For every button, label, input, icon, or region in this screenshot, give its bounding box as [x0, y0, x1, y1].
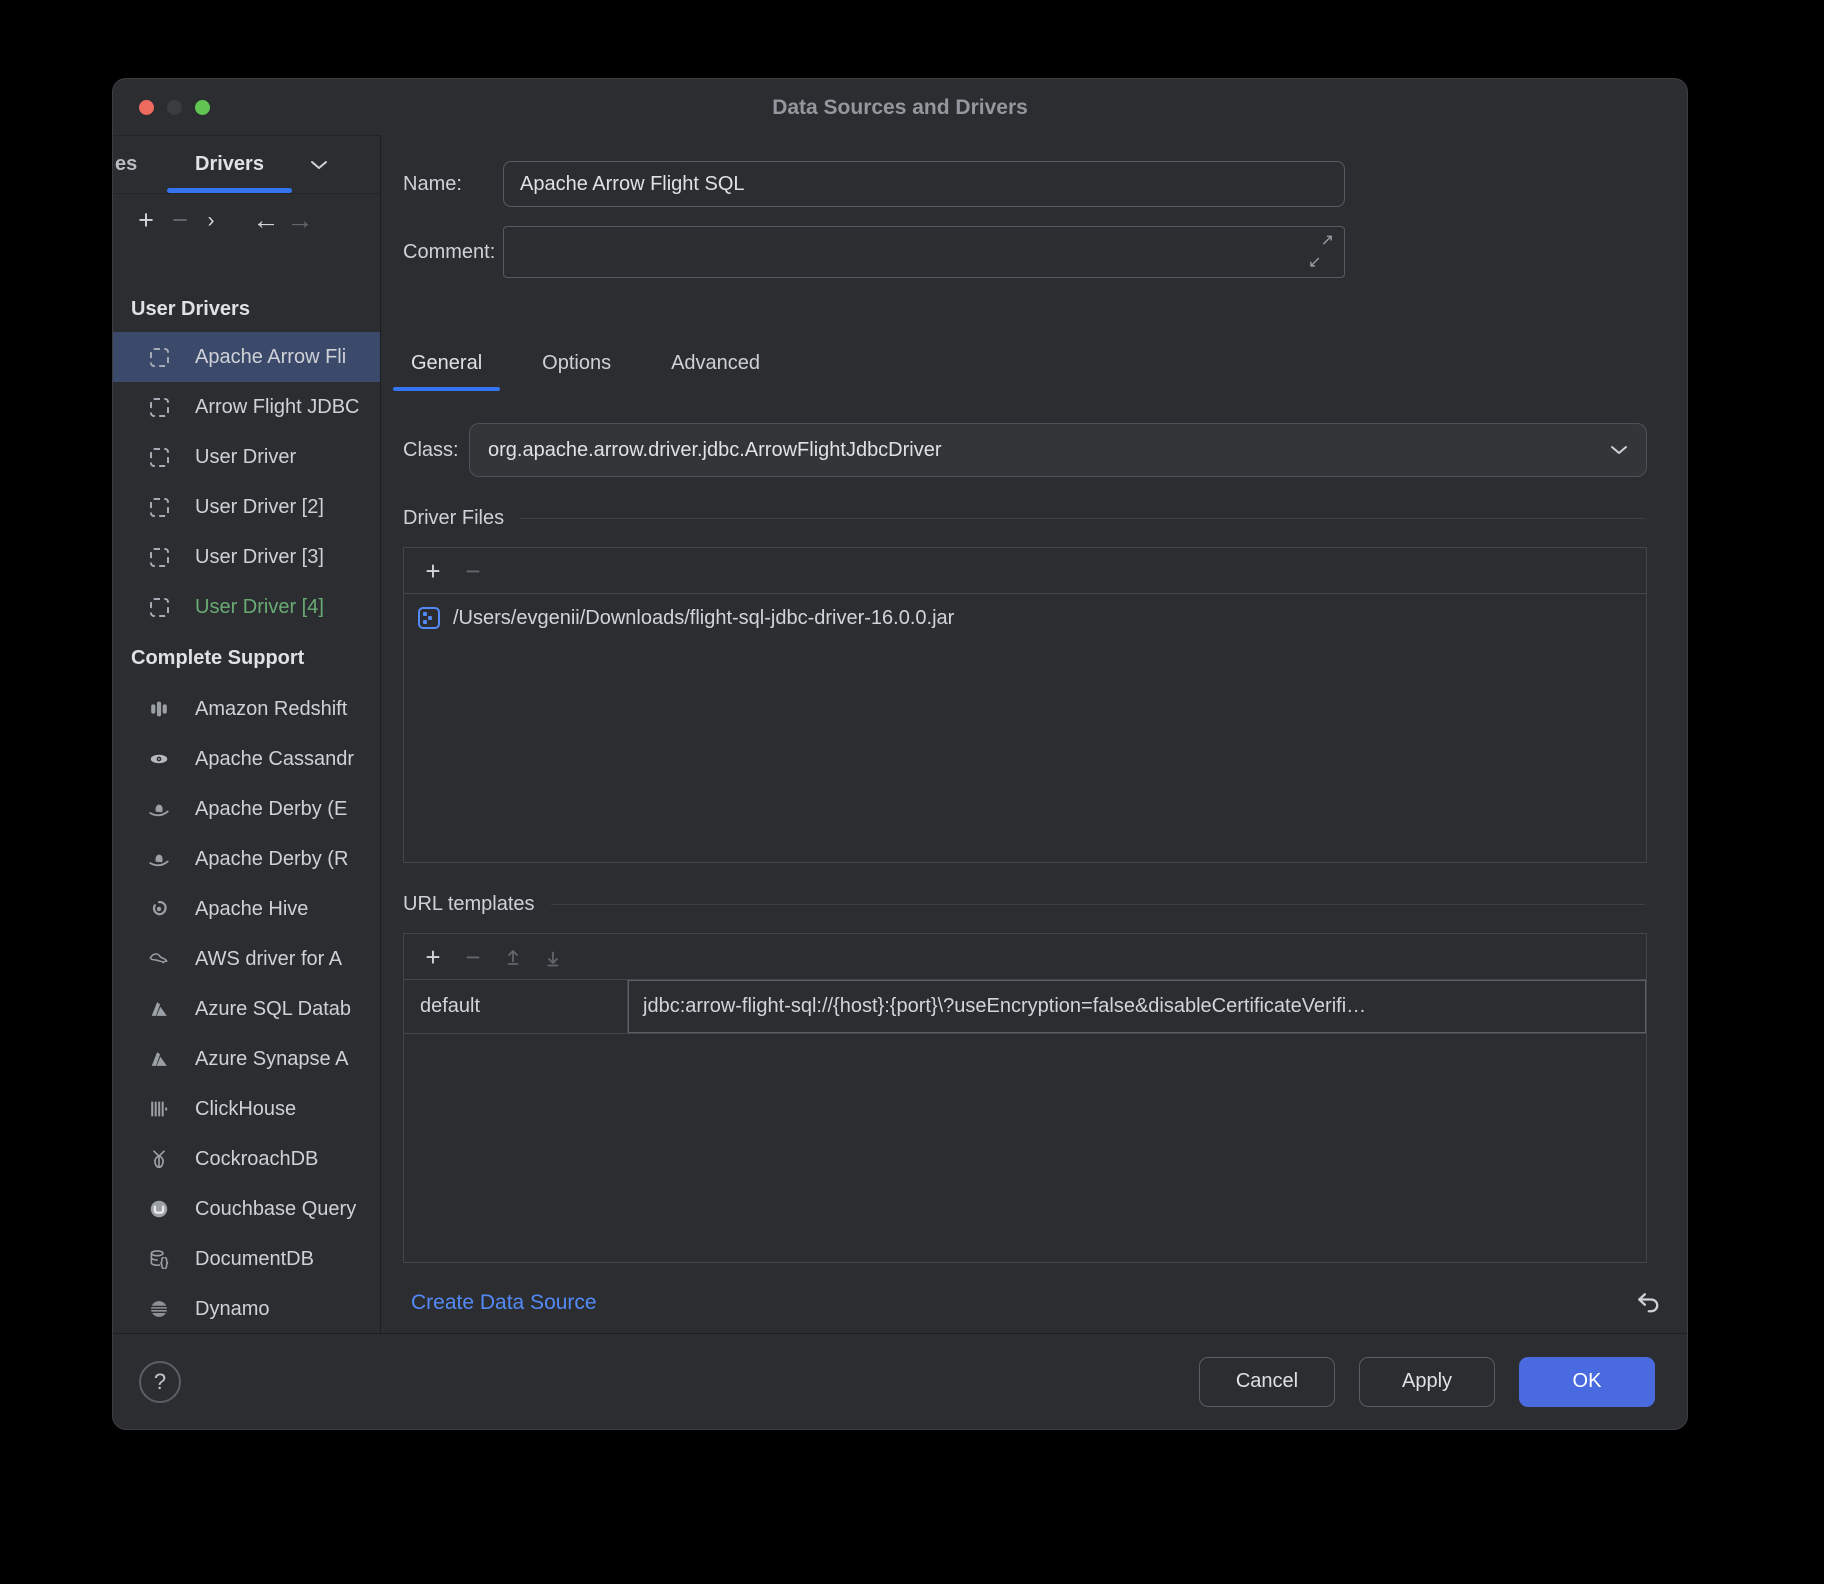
titlebar: Data Sources and Drivers: [113, 79, 1687, 135]
remove-template-icon[interactable]: −: [456, 944, 490, 970]
user-driver-icon: [147, 495, 171, 519]
ok-button[interactable]: OK: [1519, 1357, 1655, 1407]
comment-input[interactable]: ↗↙: [503, 226, 1345, 278]
move-up-icon[interactable]: [496, 947, 530, 967]
close-window-button[interactable]: [139, 100, 154, 115]
create-data-source-link[interactable]: Create Data Source: [411, 1291, 597, 1315]
driver-item-user-driver-4[interactable]: User Driver [4]: [113, 582, 380, 632]
redshift-icon: [147, 697, 171, 721]
apply-button[interactable]: Apply: [1359, 1357, 1495, 1407]
azure-icon: [147, 1047, 171, 1071]
driver-files-header: Driver Files: [403, 507, 1645, 530]
azure-icon: [147, 997, 171, 1021]
driver-file-path: /Users/evgenii/Downloads/flight-sql-jdbc…: [453, 607, 954, 630]
clickhouse-icon: [147, 1097, 171, 1121]
driver-list: User Drivers Apache Arrow Fli Arrow Flig…: [113, 246, 380, 1333]
tab-options[interactable]: Options: [520, 337, 633, 393]
url-templates-toolbar: + −: [404, 934, 1646, 980]
expand-icon[interactable]: ›: [197, 210, 225, 231]
driver-item-apache-arrow-flight[interactable]: Apache Arrow Fli: [113, 332, 380, 382]
class-dropdown[interactable]: org.apache.arrow.driver.jdbc.ArrowFlight…: [469, 423, 1647, 477]
zoom-window-button[interactable]: [195, 100, 210, 115]
help-button[interactable]: ?: [139, 1361, 181, 1403]
derby-hat-icon: [147, 797, 171, 821]
comment-label: Comment:: [403, 226, 495, 278]
url-template-value-cell[interactable]: jdbc:arrow-flight-sql://{host}:{port}\?u…: [628, 980, 1646, 1033]
driver-files-toolbar: + −: [404, 548, 1646, 594]
sidebar-tabstrip: es Drivers: [113, 136, 380, 194]
hive-bee-icon: [147, 897, 171, 921]
user-driver-icon: [147, 345, 171, 369]
remove-driver-icon[interactable]: −: [163, 207, 197, 234]
driver-item-user-driver-3[interactable]: User Driver [3]: [113, 532, 380, 582]
driver-item-apache-hive[interactable]: Apache Hive: [113, 884, 380, 934]
cassandra-eye-icon: [147, 747, 171, 771]
url-template-row[interactable]: default jdbc:arrow-flight-sql://{host}:{…: [404, 980, 1646, 1034]
driver-item-apache-cassandra[interactable]: Apache Cassandr: [113, 734, 380, 784]
tab-data-sources-clipped[interactable]: es: [113, 136, 165, 193]
class-dropdown-value: org.apache.arrow.driver.jdbc.ArrowFlight…: [488, 439, 942, 462]
undo-icon[interactable]: [1633, 1288, 1663, 1318]
derby-hat-icon: [147, 847, 171, 871]
remove-file-icon[interactable]: −: [456, 558, 490, 584]
name-label: Name:: [403, 161, 462, 207]
url-templates-box: + − default jdbc:arrow-flight-sql://{hos…: [403, 933, 1647, 1263]
driver-file-row[interactable]: /Users/evgenii/Downloads/flight-sql-jdbc…: [404, 594, 1646, 642]
tab-advanced[interactable]: Advanced: [649, 337, 782, 393]
user-driver-icon: [147, 445, 171, 469]
aws-dolphin-icon: [147, 947, 171, 971]
driver-item-arrow-flight-jdbc[interactable]: Arrow Flight JDBC: [113, 382, 380, 432]
driver-item-apache-derby-embedded[interactable]: Apache Derby (E: [113, 784, 380, 834]
back-icon[interactable]: ←: [249, 207, 283, 234]
user-driver-icon: [147, 545, 171, 569]
jar-file-icon: [418, 607, 440, 629]
create-data-source-row: Create Data Source: [381, 1271, 1687, 1335]
traffic-lights: [139, 100, 210, 115]
move-down-icon[interactable]: [536, 947, 570, 967]
driver-item-azure-synapse[interactable]: Azure Synapse A: [113, 1034, 380, 1084]
class-label: Class:: [403, 423, 459, 477]
driver-item-azure-sql-database[interactable]: Azure SQL Datab: [113, 984, 380, 1034]
tab-drivers[interactable]: Drivers: [165, 136, 294, 193]
url-templates-header: URL templates: [403, 893, 1645, 916]
forward-icon[interactable]: →: [283, 207, 317, 234]
dialog-footer: ? Cancel Apply OK: [113, 1333, 1687, 1429]
user-driver-icon: [147, 595, 171, 619]
driver-files-box: + − /Users/evgenii/Downloads/flight-sql-…: [403, 547, 1647, 863]
name-input[interactable]: [503, 161, 1345, 207]
driver-item-amazon-redshift[interactable]: Amazon Redshift: [113, 684, 380, 734]
driver-item-aws-driver[interactable]: AWS driver for A: [113, 934, 380, 984]
add-template-icon[interactable]: +: [416, 944, 450, 970]
cancel-button[interactable]: Cancel: [1199, 1357, 1335, 1407]
driver-item-user-driver-2[interactable]: User Driver [2]: [113, 482, 380, 532]
url-template-name-cell[interactable]: default: [404, 980, 628, 1033]
driver-item-dynamo[interactable]: Dynamo: [113, 1284, 380, 1333]
minimize-window-button[interactable]: [167, 100, 182, 115]
driver-item-cockroachdb[interactable]: CockroachDB: [113, 1134, 380, 1184]
expand-field-icon[interactable]: ↗↙: [1306, 231, 1336, 273]
user-driver-icon: [147, 395, 171, 419]
user-drivers-header: User Drivers: [113, 286, 380, 332]
documentdb-icon: [147, 1247, 171, 1271]
tab-general[interactable]: General: [389, 337, 504, 393]
driver-item-apache-derby-remote[interactable]: Apache Derby (R: [113, 834, 380, 884]
dialog-data-sources-and-drivers: Data Sources and Drivers es Drivers + − …: [112, 78, 1688, 1430]
add-file-icon[interactable]: +: [416, 558, 450, 584]
sidebar: es Drivers + − › ← → User Drivers Apache…: [113, 135, 381, 1333]
cockroach-icon: [147, 1147, 171, 1171]
couchbase-icon: [147, 1197, 171, 1221]
sidebar-toolbar: + − › ← →: [113, 194, 380, 246]
detail-tabs: General Options Advanced: [389, 337, 782, 393]
window-title: Data Sources and Drivers: [113, 79, 1687, 137]
driver-item-clickhouse[interactable]: ClickHouse: [113, 1084, 380, 1134]
driver-item-user-driver[interactable]: User Driver: [113, 432, 380, 482]
driver-item-documentdb[interactable]: DocumentDB: [113, 1234, 380, 1284]
driver-detail-panel: Name: Comment: ↗↙ General Options Advanc…: [381, 135, 1687, 1333]
chevron-down-icon[interactable]: [310, 160, 328, 170]
add-driver-icon[interactable]: +: [129, 207, 163, 234]
dynamo-icon: [147, 1297, 171, 1321]
driver-item-couchbase-query[interactable]: Couchbase Query: [113, 1184, 380, 1234]
complete-support-header: Complete Support: [113, 632, 380, 684]
chevron-down-icon: [1610, 445, 1628, 455]
